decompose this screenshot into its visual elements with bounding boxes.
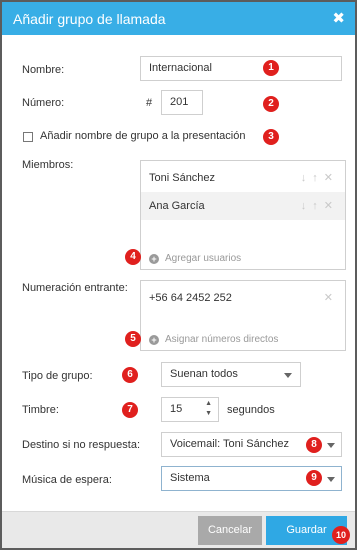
hold-music-label: Música de espera: [22, 474, 112, 486]
chevron-down-icon [327, 443, 335, 448]
chevron-down-icon [284, 373, 292, 378]
badge-5: 5 [125, 331, 141, 347]
plus-circle-icon: + [149, 254, 159, 264]
remove-icon[interactable]: ✕ [324, 172, 339, 184]
badge-8: 8 [306, 437, 322, 453]
group-type-select[interactable]: Suenan todos [161, 362, 301, 387]
members-label: Miembros: [22, 159, 74, 171]
assign-numbers-label: Asignar números directos [165, 334, 279, 345]
assign-numbers-link[interactable]: + Asignar números directos [149, 334, 278, 345]
presentation-name-checkbox[interactable] [23, 132, 33, 142]
ring-unit-label: segundos [227, 404, 275, 416]
dialog-title: Añadir grupo de llamada [13, 11, 166, 27]
number-label: Número: [22, 97, 65, 109]
badge-3: 3 [263, 129, 279, 145]
members-list: Toni Sánchez ↓↑✕ Ana García ↓↑✕ + Agregar… [140, 160, 346, 270]
incoming-numbers-label: Numeración entrante: [22, 282, 128, 294]
move-up-icon[interactable]: ↑ [312, 200, 324, 212]
dialog-titlebar: Añadir grupo de llamada ✖ [2, 2, 355, 35]
number-input-value: 201 [170, 96, 189, 108]
row-actions: ↓↑✕ [301, 192, 339, 220]
add-call-group-dialog: Añadir grupo de llamada ✖ Nombre: Intern… [2, 2, 355, 548]
add-users-link[interactable]: + Agregar usuarios [149, 253, 241, 264]
chevron-down-icon [327, 477, 335, 482]
move-up-icon[interactable]: ↑ [312, 172, 324, 184]
remove-icon[interactable]: ✕ [324, 200, 339, 212]
remove-icon[interactable]: ✕ [324, 292, 339, 304]
dialog-footer: Cancelar Guardar 10 [2, 511, 355, 548]
number-prefix: # [146, 97, 153, 109]
name-input-value: Internacional [149, 62, 212, 74]
badge-10: 10 [332, 526, 350, 544]
row-actions: ✕ [324, 284, 339, 312]
list-item: Ana García ↓↑✕ [141, 192, 345, 220]
no-answer-destination-value: Voicemail: Toni Sánchez [170, 438, 290, 450]
incoming-number: +56 64 2452 252 [149, 292, 232, 304]
hold-music-value: Sistema [170, 472, 210, 484]
add-users-label: Agregar usuarios [165, 253, 242, 264]
list-item: +56 64 2452 252 ✕ [141, 284, 345, 312]
name-input[interactable]: Internacional [140, 56, 342, 81]
member-name: Ana García [149, 200, 205, 212]
plus-circle-icon: + [149, 335, 159, 345]
badge-1: 1 [263, 60, 279, 76]
badge-6: 6 [122, 367, 138, 383]
close-icon[interactable]: ✖ [332, 9, 345, 27]
badge-7: 7 [122, 402, 138, 418]
group-type-label: Tipo de grupo: [22, 370, 93, 382]
incoming-numbers-list: +56 64 2452 252 ✕ + Asignar números direc… [140, 280, 346, 351]
number-input[interactable]: 201 [161, 90, 203, 115]
group-type-value: Suenan todos [170, 368, 238, 380]
badge-2: 2 [263, 96, 279, 112]
badge-4: 4 [125, 249, 141, 265]
ring-seconds-stepper[interactable]: 15 ▲ ▼ [161, 397, 219, 422]
badge-9: 9 [306, 470, 322, 486]
presentation-name-label: Añadir nombre de grupo a la presentación [40, 130, 246, 142]
ring-seconds-value: 15 [170, 403, 183, 415]
ring-label: Timbre: [22, 404, 59, 416]
stepper-arrows-icon[interactable]: ▲ ▼ [205, 399, 212, 419]
no-answer-destination-label: Destino si no respuesta: [22, 439, 141, 451]
move-down-icon[interactable]: ↓ [301, 200, 313, 212]
name-label: Nombre: [22, 64, 65, 76]
move-down-icon[interactable]: ↓ [301, 172, 313, 184]
cancel-button[interactable]: Cancelar [198, 516, 262, 545]
row-actions: ↓↑✕ [301, 164, 339, 192]
list-item: Toni Sánchez ↓↑✕ [141, 164, 345, 192]
member-name: Toni Sánchez [149, 172, 216, 184]
